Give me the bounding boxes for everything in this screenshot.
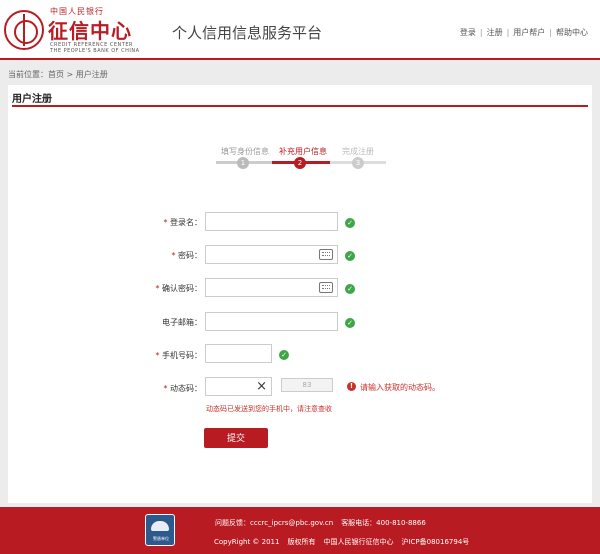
code-label: * 动态码： xyxy=(163,384,202,393)
nav-user-link[interactable]: 用户帮户 xyxy=(513,28,545,37)
email-label: 电子邮箱： xyxy=(162,318,202,327)
clear-icon[interactable]: × xyxy=(256,379,267,394)
site-footer: 警盾单位 问题反馈：cccrc_ipcrs@pbc.gov.cn 客服电话：400… xyxy=(0,507,600,554)
site-header: 中国人民银行 征信中心 CREDIT REFERENCE CENTER THE … xyxy=(0,0,600,60)
rights-text: 版权所有 xyxy=(287,538,316,546)
code-input[interactable]: × xyxy=(205,377,272,396)
step-1-label: 填写身份信息 xyxy=(221,147,269,156)
site-logo[interactable]: 中国人民银行 征信中心 CREDIT REFERENCE CENTER THE … xyxy=(4,4,154,56)
icp-text[interactable]: 沪ICP备08016794号 xyxy=(401,538,469,546)
login-name-ok-icon: ✓ xyxy=(345,218,355,228)
service-hotline: 客服电话：400-810-8866 xyxy=(341,519,426,527)
submit-button[interactable]: 提交 xyxy=(204,428,268,448)
confirm-password-ok-icon: ✓ xyxy=(345,284,355,294)
confirm-password-label: * 确认密码： xyxy=(155,284,202,293)
footer-copyright: CopyRight © 2011 版权所有 中国人民银行征信中心 沪ICP备08016… xyxy=(214,537,477,547)
nav-login-link[interactable]: 登录 xyxy=(460,28,476,37)
login-name-input[interactable] xyxy=(205,212,338,231)
phone-ok-icon: ✓ xyxy=(279,350,289,360)
keyboard-icon[interactable] xyxy=(319,249,333,260)
logo-main-text: 征信中心 xyxy=(48,19,132,43)
platform-title: 个人信用信息服务平台 xyxy=(172,24,323,42)
breadcrumb: 当前位置：首页 > 用户注册 xyxy=(8,70,108,79)
owner-text: 中国人民银行征信中心 xyxy=(323,538,394,546)
email-ok-icon: ✓ xyxy=(345,318,355,328)
copyright-text: CopyRight © 2011 xyxy=(214,538,280,546)
page-title: 用户注册 xyxy=(12,94,52,105)
footer-contact: 问题反馈：cccrc_ipcrs@pbc.gov.cn 客服电话：400-810-… xyxy=(215,518,434,528)
police-badge-text: 警盾单位 xyxy=(153,536,169,541)
top-nav: 登录 | 注册 | 用户帮户 | 帮助中心 xyxy=(459,28,588,37)
police-badge-icon[interactable]: 警盾单位 xyxy=(145,514,175,546)
seal-icon xyxy=(4,10,44,50)
phone-input[interactable] xyxy=(205,344,272,363)
logo-en-line2: THE PEOPLE'S BANK OF CHINA xyxy=(50,48,140,54)
get-code-button[interactable]: 83 xyxy=(281,378,333,392)
keyboard-icon[interactable] xyxy=(319,282,333,293)
nav-help-link[interactable]: 帮助中心 xyxy=(556,28,588,37)
password-input[interactable] xyxy=(205,245,338,264)
step-1-circle: 1 xyxy=(237,157,249,169)
step-2-label: 补充用户信息 xyxy=(279,147,327,156)
step-3-circle: 3 xyxy=(352,157,364,169)
email-input[interactable] xyxy=(205,312,338,331)
phone-label: * 手机号码： xyxy=(155,351,202,360)
login-name-label: * 登录名： xyxy=(163,218,202,227)
confirm-password-input[interactable] xyxy=(205,278,338,297)
warning-icon: ! xyxy=(347,382,356,391)
password-ok-icon: ✓ xyxy=(345,251,355,261)
title-divider xyxy=(12,105,588,107)
code-sent-notice: 动态码已发送到您的手机中，请注意查收 xyxy=(206,405,332,413)
feedback-email[interactable]: 问题反馈：cccrc_ipcrs@pbc.gov.cn xyxy=(215,519,333,527)
step-3-label: 完成注册 xyxy=(342,147,374,156)
code-warning-text: 请输入获取的动态码。 xyxy=(360,383,440,392)
step-2-circle: 2 xyxy=(294,157,306,169)
nav-register-link[interactable]: 注册 xyxy=(487,28,503,37)
password-label: * 密码： xyxy=(171,251,202,260)
